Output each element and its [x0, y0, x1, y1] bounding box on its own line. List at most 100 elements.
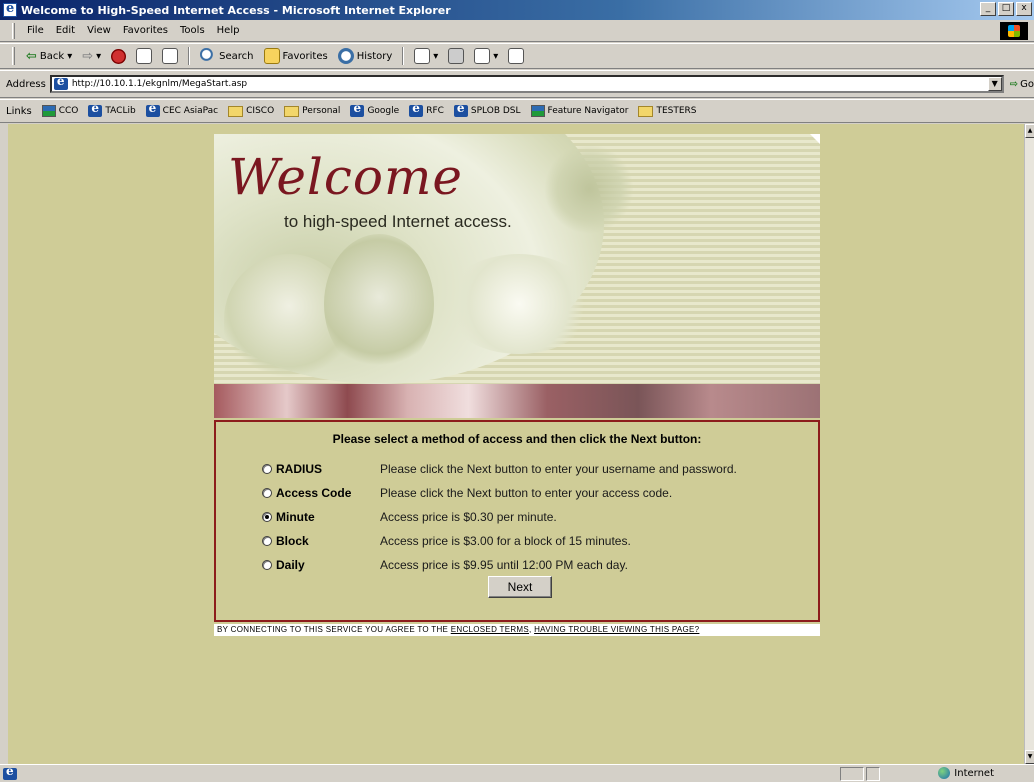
link-splob-dsl[interactable]: SPLOB DSL [450, 101, 525, 117]
history-icon [337, 48, 354, 64]
ie-page-icon [88, 101, 103, 117]
next-button[interactable]: Next [488, 576, 552, 598]
edit-button[interactable]: ▾ [471, 46, 501, 66]
page-viewport: Welcome to high-speed Internet access. P… [8, 124, 1024, 764]
go-button[interactable]: ⇨ Go [1010, 79, 1034, 90]
vertical-scrollbar[interactable]: ▲ ▼ [1024, 124, 1034, 764]
minimize-button[interactable]: _ [980, 2, 996, 16]
banner-photo-figure [544, 144, 634, 234]
zone-label: Internet [954, 767, 994, 779]
welcome-heading: Welcome [228, 148, 464, 206]
security-zone: Internet [938, 767, 994, 779]
go-label: Go [1020, 78, 1034, 90]
toolbar-separator [402, 47, 405, 65]
links-label: Links [6, 105, 32, 117]
address-bar: Address http://10.10.1.1/ekgnlm/MegaStar… [0, 70, 1034, 98]
scroll-down-button[interactable]: ▼ [1025, 750, 1034, 764]
photo-strip [214, 384, 820, 418]
globe-icon [938, 767, 951, 779]
option-label[interactable]: Access Code [276, 486, 380, 500]
close-button[interactable]: x [1016, 2, 1032, 16]
favorites-folder-icon [263, 48, 280, 64]
search-button[interactable]: Search [197, 46, 256, 66]
ie-page-icon [453, 101, 468, 117]
terms-footer: BY CONNECTING TO THIS SERVICE YOU AGREE … [214, 624, 820, 636]
link-cec-asiapac[interactable]: CEC AsiaPac [142, 101, 222, 117]
home-button[interactable] [159, 46, 181, 66]
link-rfc[interactable]: RFC [405, 101, 448, 117]
option-minute[interactable]: Minute Access price is $0.30 per minute. [262, 508, 557, 526]
window-left-edge [0, 124, 8, 764]
link-feature-navigator[interactable]: Feature Navigator [527, 105, 633, 117]
mail-button[interactable]: ▾ [411, 46, 441, 66]
radio-block[interactable] [262, 536, 272, 546]
link-label: Feature Navigator [547, 106, 629, 116]
back-button[interactable]: ⇦ Back ▾ [23, 46, 75, 66]
link-label: TACLib [105, 106, 136, 116]
toolbar-grip[interactable] [12, 47, 15, 65]
enclosed-terms-link[interactable]: ENCLOSED TERMS [451, 625, 529, 634]
toolbar-separator [188, 47, 191, 65]
edit-icon [474, 48, 491, 64]
discuss-button[interactable] [505, 46, 527, 66]
ie-status-icon [3, 764, 17, 780]
folder-icon [228, 105, 244, 117]
menu-view[interactable]: View [81, 25, 117, 36]
ie-page-icon [350, 101, 365, 117]
window-title-bar[interactable]: Welcome to High-Speed Internet Access - … [0, 0, 1034, 20]
radio-access-code[interactable] [262, 488, 272, 498]
link-taclib[interactable]: TACLib [84, 101, 139, 117]
page-icon [53, 74, 68, 90]
address-input[interactable]: http://10.10.1.1/ekgnlm/MegaStart.asp ▼ [49, 74, 1004, 93]
radio-radius[interactable] [262, 464, 272, 474]
back-label: Back [39, 50, 65, 62]
favorites-button[interactable]: Favorites [261, 46, 331, 66]
menu-edit[interactable]: Edit [50, 25, 81, 36]
option-block[interactable]: Block Access price is $3.00 for a block … [262, 532, 631, 550]
option-radius[interactable]: RADIUS Please click the Next button to e… [262, 460, 737, 478]
footer-text: BY CONNECTING TO THIS SERVICE YOU AGREE … [217, 625, 449, 634]
menu-tools[interactable]: Tools [174, 25, 211, 36]
link-label: SPLOB DSL [470, 106, 521, 116]
menu-file[interactable]: File [21, 25, 50, 36]
refresh-button[interactable] [133, 46, 155, 66]
trouble-viewing-link[interactable]: HAVING TROUBLE VIEWING THIS PAGE? [534, 625, 699, 634]
history-button[interactable]: History [335, 46, 396, 66]
scroll-up-button[interactable]: ▲ [1025, 124, 1034, 138]
link-google[interactable]: Google [346, 101, 403, 117]
option-access-code[interactable]: Access Code Please click the Next button… [262, 484, 672, 502]
address-dropdown-button[interactable]: ▼ [987, 77, 1002, 91]
radio-minute[interactable] [262, 512, 272, 522]
option-daily[interactable]: Daily Access price is $9.95 until 12:00 … [262, 556, 628, 574]
option-label[interactable]: Daily [276, 558, 380, 572]
address-label: Address [6, 78, 46, 90]
address-url[interactable]: http://10.10.1.1/ekgnlm/MegaStart.asp [72, 79, 247, 89]
link-label: Personal [302, 106, 341, 116]
toolbar-grip[interactable] [12, 22, 15, 39]
link-personal-folder[interactable]: Personal [280, 105, 344, 117]
maximize-button[interactable]: □ [998, 2, 1014, 16]
print-button[interactable] [445, 46, 467, 66]
ie-app-icon[interactable] [3, 1, 17, 17]
banner-photo-cloud [444, 254, 594, 354]
stop-button[interactable] [108, 46, 129, 66]
radio-daily[interactable] [262, 560, 272, 570]
link-cco[interactable]: CCO [38, 105, 83, 117]
link-label: CISCO [246, 106, 275, 116]
option-label[interactable]: RADIUS [276, 462, 380, 476]
option-label[interactable]: Block [276, 534, 380, 548]
menu-favorites[interactable]: Favorites [117, 25, 174, 36]
status-cell [866, 767, 880, 781]
history-label: History [356, 50, 393, 62]
cisco-icon [530, 105, 545, 117]
discuss-icon [508, 48, 525, 64]
forward-button[interactable]: ⇨ ▾ [79, 46, 104, 66]
mail-icon [414, 48, 431, 64]
menu-bar: File Edit View Favorites Tools Help [0, 20, 1034, 42]
option-label[interactable]: Minute [276, 510, 380, 524]
link-testers-folder[interactable]: TESTERS [634, 105, 700, 117]
link-label: CCO [58, 106, 79, 116]
menu-help[interactable]: Help [211, 25, 246, 36]
link-cisco-folder[interactable]: CISCO [224, 105, 278, 117]
cisco-icon [41, 105, 56, 117]
